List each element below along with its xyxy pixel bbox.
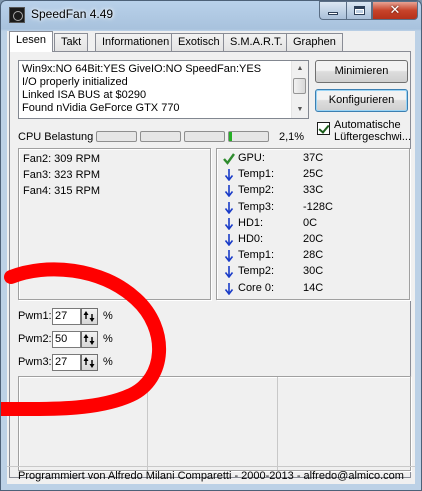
temperature-sensor-name: Core 0: bbox=[238, 281, 275, 294]
tab-smart[interactable]: S.M.A.R.T. bbox=[223, 33, 290, 51]
status-bar: Programmiert von Alfredo Milani Comparet… bbox=[7, 466, 415, 484]
temperature-sensor-name: Temp1: bbox=[238, 168, 275, 181]
graph-area bbox=[18, 376, 411, 471]
log-line: I/O properly initialized bbox=[22, 76, 128, 88]
konfigurieren-button[interactable]: Konfigurieren bbox=[315, 89, 408, 112]
scroll-up-arrow-icon[interactable]: ▲ bbox=[292, 61, 308, 77]
cpu-load-value: 2,1% bbox=[279, 131, 305, 143]
pwm3-input[interactable]: 27 bbox=[52, 354, 81, 371]
scroll-down-arrow-icon[interactable]: ▼ bbox=[292, 102, 308, 118]
log-line: Linked ISA BUS at $0290 bbox=[22, 89, 147, 101]
fan-reading: Fan2: 309 RPM bbox=[23, 153, 101, 165]
graph-divider bbox=[147, 377, 148, 470]
pwm2-unit: % bbox=[103, 333, 113, 345]
spin-arrows-icon bbox=[83, 334, 95, 345]
arrow-down-icon bbox=[224, 282, 234, 295]
arrow-down-icon bbox=[224, 185, 234, 198]
tab-exotisch[interactable]: Exotisch bbox=[171, 33, 227, 51]
log-textbox[interactable]: Win9x:NO 64Bit:YES GiveIO:NO SpeedFan:YE… bbox=[18, 60, 309, 119]
fan-reading: Fan3: 323 RPM bbox=[23, 169, 101, 181]
scrollbar-thumb[interactable] bbox=[293, 78, 306, 94]
temperatures-box: GPU: 37C Temp1: 25C Temp2: 33C Temp3: -128C HD1:… bbox=[216, 148, 410, 300]
log-line: Found nVidia GeForce GTX 770 bbox=[22, 102, 180, 114]
arrow-down-icon bbox=[224, 217, 234, 230]
temperature-value: 37C bbox=[303, 152, 324, 164]
speedfan-window: SpeedFan 4.49 ✕ Lesen Takt Informationen… bbox=[0, 0, 422, 491]
temperature-value: 30C bbox=[303, 265, 324, 278]
tab-takt[interactable]: Takt bbox=[54, 33, 89, 51]
pwm2-spinner[interactable] bbox=[81, 331, 98, 348]
title-bar[interactable]: SpeedFan 4.49 ✕ bbox=[1, 1, 421, 29]
temperature-value: 14C bbox=[303, 281, 324, 294]
tab-graphen[interactable]: Graphen bbox=[286, 33, 343, 51]
pwm1-label: Pwm1: bbox=[18, 310, 52, 322]
temperature-value: -128C bbox=[303, 200, 333, 213]
temperature-value: 25C bbox=[303, 168, 324, 181]
pwm3-label: Pwm3: bbox=[18, 356, 52, 368]
pwm1-input[interactable]: 27 bbox=[52, 308, 81, 325]
arrow-down-icon bbox=[224, 201, 234, 214]
cpu-core-meter bbox=[228, 131, 269, 142]
spin-arrows-icon bbox=[83, 311, 95, 322]
readings-panel: Win9x:NO 64Bit:YES GiveIO:NO SpeedFan:YE… bbox=[9, 51, 411, 478]
graph-divider bbox=[277, 377, 278, 470]
arrow-down-icon bbox=[224, 250, 234, 263]
temperature-sensor-name: HD0: bbox=[238, 233, 264, 245]
fan-reading: Fan4: 315 RPM bbox=[23, 185, 101, 197]
fan-speeds-box: Fan2: 309 RPM Fan3: 323 RPM Fan4: 315 RP… bbox=[18, 148, 211, 300]
temperature-sensor-name: GPU: bbox=[238, 152, 265, 164]
close-window-button[interactable]: ✕ bbox=[372, 1, 418, 20]
log-scrollbar[interactable]: ▲ ▼ bbox=[291, 61, 308, 118]
temperature-sensor-name: Temp3: bbox=[238, 200, 275, 213]
tab-informationen[interactable]: Informationen bbox=[95, 33, 177, 51]
cpu-load-fill bbox=[229, 132, 232, 141]
temperature-sensor-name: Temp2: bbox=[238, 184, 275, 197]
arrow-down-icon bbox=[224, 234, 234, 246]
pwm2-label: Pwm2: bbox=[18, 333, 52, 345]
pwm1-unit: % bbox=[103, 310, 113, 322]
temperature-sensor-name: Temp1: bbox=[238, 249, 275, 262]
spin-arrows-icon bbox=[83, 357, 95, 368]
temperature-value: 33C bbox=[303, 184, 324, 197]
temperature-sensor-name: Temp2: bbox=[238, 265, 275, 278]
auto-fan-speed-checkbox[interactable] bbox=[317, 122, 330, 135]
log-line: Win9x:NO 64Bit:YES GiveIO:NO SpeedFan:YE… bbox=[22, 63, 262, 75]
cpu-core-meter bbox=[96, 131, 137, 142]
temperature-value: 28C bbox=[303, 249, 324, 262]
minimize-window-button[interactable] bbox=[319, 1, 346, 20]
cpu-core-meter bbox=[184, 131, 225, 142]
arrow-down-icon bbox=[224, 169, 234, 182]
client-area: Lesen Takt Informationen Exotisch S.M.A.… bbox=[7, 31, 415, 484]
temperature-value: 0C bbox=[303, 216, 318, 229]
pwm1-spinner[interactable] bbox=[81, 308, 98, 325]
close-icon: ✕ bbox=[389, 3, 401, 18]
temperature-value: 20C bbox=[303, 233, 324, 245]
window-title: SpeedFan 4.49 bbox=[31, 7, 114, 21]
copyright-text: Programmiert von Alfredo Milani Comparet… bbox=[18, 470, 404, 482]
arrow-down-icon bbox=[224, 266, 234, 279]
pwm3-unit: % bbox=[103, 356, 113, 368]
maximize-window-button[interactable] bbox=[346, 1, 372, 20]
tab-lesen[interactable]: Lesen bbox=[9, 31, 53, 52]
check-icon bbox=[223, 153, 235, 165]
cpu-core-meter bbox=[140, 131, 181, 142]
cpu-load-label: CPU Belastung bbox=[18, 131, 94, 143]
auto-fan-speed-label[interactable]: Automatische Lüftergeschwi... bbox=[334, 119, 414, 143]
pwm3-spinner[interactable] bbox=[81, 354, 98, 371]
speedfan-app-icon[interactable] bbox=[9, 7, 25, 23]
pwm2-input[interactable]: 50 bbox=[52, 331, 81, 348]
minimieren-button[interactable]: Minimieren bbox=[315, 60, 408, 83]
temperature-sensor-name: HD1: bbox=[238, 216, 264, 229]
